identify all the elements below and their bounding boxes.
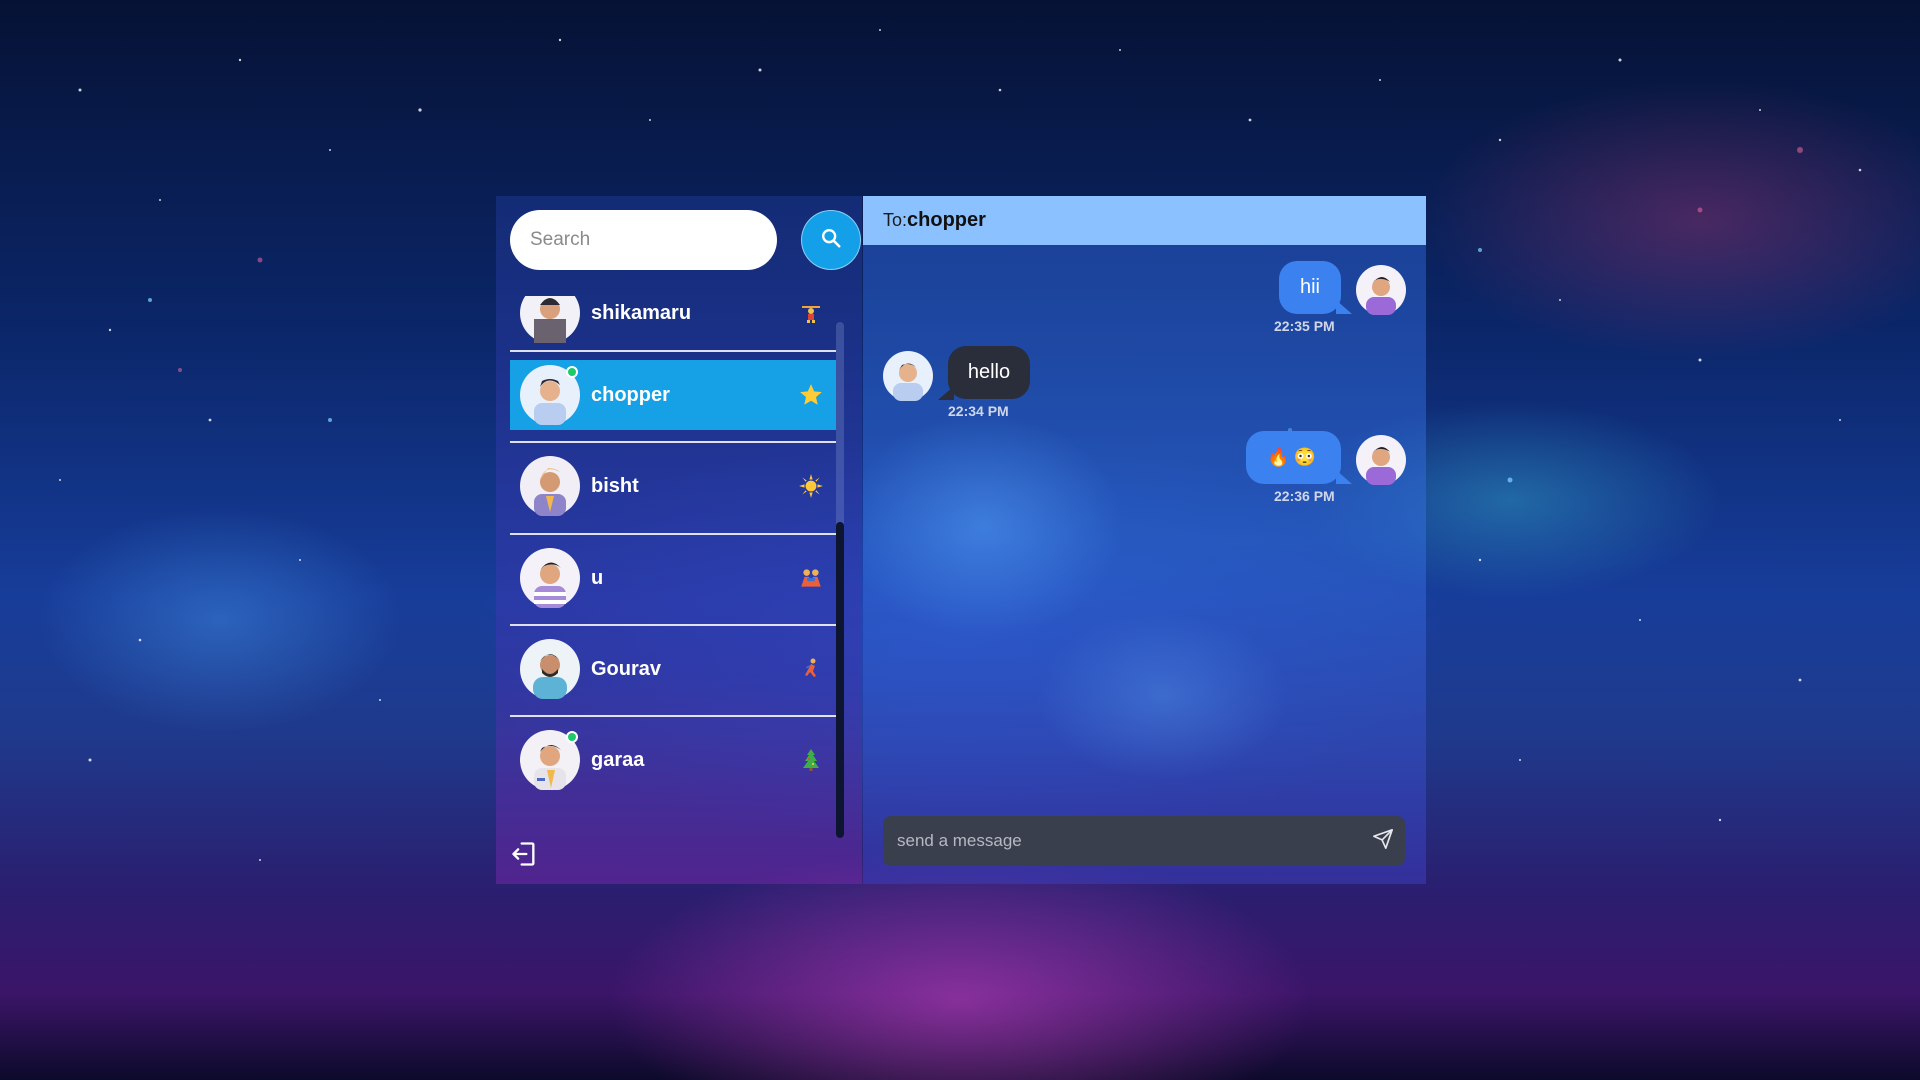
sun-emoji-icon (796, 471, 826, 501)
contact-name: u (591, 566, 604, 589)
avatar (520, 365, 580, 425)
send-button[interactable] (1361, 816, 1405, 866)
message-text: hello (967, 361, 1011, 383)
runner-emoji-icon (796, 654, 826, 684)
message-composer (883, 816, 1405, 866)
contact-name: Gourav (591, 657, 662, 680)
christmas-tree-emoji-icon (796, 745, 826, 775)
message-time: 22:35 PM (1274, 318, 1335, 334)
weightlifter-emoji-icon (796, 298, 826, 328)
message-text: hii (1299, 276, 1320, 298)
divider (510, 350, 836, 352)
chat-panel: To: chopper hii 22:35 PM hello 22:34 PM 🔥… (863, 196, 1426, 884)
search-bar (510, 210, 861, 270)
contact-name: garaa (591, 748, 645, 771)
recipient-label: To: (883, 210, 908, 230)
avatar (520, 730, 580, 790)
message-bubble-outgoing: hii (1279, 261, 1341, 314)
contact-item-garaa[interactable]: garaa (510, 725, 836, 795)
message-time: 22:36 PM (1274, 488, 1335, 504)
contact-item-chopper[interactable]: chopper (510, 360, 836, 430)
message-input[interactable] (883, 816, 1361, 866)
contact-item-gourav[interactable]: Gourav (510, 634, 836, 704)
recipient-name: chopper (907, 209, 986, 231)
message-bubble-incoming: hello (948, 346, 1030, 399)
avatar (1356, 265, 1406, 315)
contact-name: chopper (591, 383, 670, 406)
contact-list: shikamaru chopper bisht u Gourav garaa (510, 296, 846, 812)
contact-item-u[interactable]: u (510, 543, 836, 613)
avatar (520, 548, 580, 608)
message-time: 22:34 PM (948, 403, 1009, 419)
contact-item-shikamaru[interactable]: shikamaru (510, 296, 836, 348)
search-input[interactable] (510, 210, 777, 270)
chat-header: To: chopper (863, 196, 1426, 245)
contacts-sidebar: shikamaru chopper bisht (496, 196, 862, 884)
message-text: 🔥😳 (1267, 447, 1320, 467)
star-emoji-icon (796, 380, 826, 410)
search-button[interactable] (801, 210, 861, 270)
divider (510, 441, 836, 443)
contact-name: bisht (591, 474, 639, 497)
avatar (1356, 435, 1406, 485)
avatar (883, 351, 933, 401)
divider (510, 715, 836, 717)
online-status-dot (566, 731, 578, 743)
contact-item-bisht[interactable]: bisht (510, 451, 836, 521)
avatar (520, 296, 580, 343)
logout-button[interactable] (510, 840, 538, 868)
avatar (520, 639, 580, 699)
send-icon (1372, 828, 1394, 855)
contact-list-scrollbar-thumb[interactable] (836, 522, 844, 838)
contact-name: shikamaru (591, 301, 692, 324)
message-bubble-outgoing: 🔥😳 (1246, 431, 1341, 484)
online-status-dot (566, 366, 578, 378)
people-hugging-emoji-icon (796, 563, 826, 593)
divider (510, 533, 836, 535)
avatar (520, 456, 580, 516)
divider (510, 624, 836, 626)
bubble-tail (1336, 470, 1352, 484)
logout-icon (510, 842, 538, 872)
search-icon (820, 227, 842, 254)
bubble-tail (1336, 300, 1352, 314)
